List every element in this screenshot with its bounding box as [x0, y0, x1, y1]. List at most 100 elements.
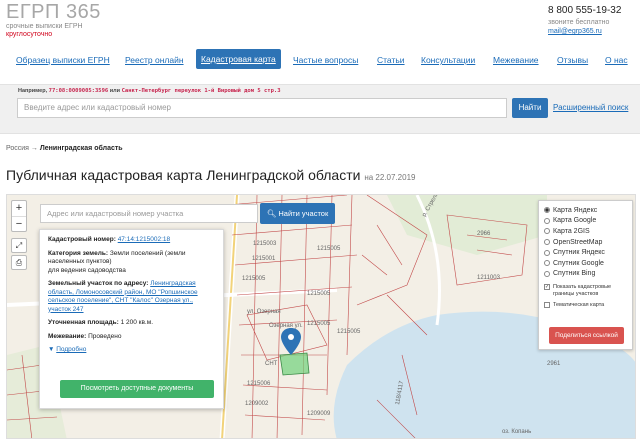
layer-option-yandex-satellite[interactable]: Спутник Яндекс: [544, 247, 627, 258]
map-search-input[interactable]: Адрес или кадастровый номер участка: [40, 204, 258, 223]
main-nav: Образец выписки ЕГРН Реестр онлайн Кадас…: [0, 48, 640, 72]
logo[interactable]: ЕГРП 365 срочные выписки ЕГРН круглосуто…: [6, 2, 101, 39]
cadastral-map[interactable]: 1215005 1215003 1215005 1215005 1215005 …: [6, 194, 636, 439]
layer-option-bing-satellite[interactable]: Спутник Bing: [544, 269, 627, 280]
page-title: Публичная кадастровая карта Ленинградско…: [6, 167, 415, 183]
more-details-link[interactable]: ▼ Подробно: [48, 346, 215, 355]
layer-label: Спутник Google: [553, 259, 604, 267]
search-panel: Например, 77:08:0009005:3596 или Санкт-П…: [0, 84, 640, 134]
radio-icon[interactable]: [544, 249, 550, 256]
nav-item-reviews[interactable]: Отзывы: [557, 55, 588, 65]
find-parcel-button[interactable]: 🔍︎ Найти участок: [260, 203, 335, 224]
area-row: Уточненная площадь: 1 200 кв.м.: [48, 319, 215, 328]
phone-note: звоните бесплатно: [548, 19, 610, 26]
thematic-map-label: Тематическая карта: [553, 302, 605, 309]
view-documents-button[interactable]: Посмотреть доступные документы: [60, 380, 214, 398]
area-label: Уточненная площадь:: [48, 319, 119, 326]
radio-icon[interactable]: [544, 207, 550, 214]
cadastral-borders-label: Показать кадастровые границы участков: [553, 284, 612, 297]
logo-subtitle: срочные выписки ЕГРН: [6, 23, 83, 30]
layer-option-yandex-map[interactable]: Карта Яндекс: [544, 205, 627, 216]
layers-panel: Карта Яндекс Карта Google Карта 2GIS Ope…: [538, 200, 633, 350]
find-parcel-label: Найти участок: [278, 209, 329, 218]
layer-label: Спутник Bing: [553, 270, 596, 278]
cadastral-number-link[interactable]: 47:14:1215002:18: [118, 236, 170, 243]
checkbox-checked-icon[interactable]: ✓: [544, 284, 550, 291]
survey-label: Межевание:: [48, 332, 87, 340]
nav-item-registry[interactable]: Реестр онлайн: [125, 55, 184, 65]
page-title-text: Публичная кадастровая карта Ленинградско…: [6, 167, 361, 183]
nav-item-consultations[interactable]: Консультации: [421, 55, 475, 65]
search-button[interactable]: Найти: [512, 98, 548, 118]
survey-row: Межевание: Проведено: [48, 333, 215, 342]
radio-icon[interactable]: [544, 239, 550, 246]
layer-option-2gis[interactable]: Карта 2GIS: [544, 226, 627, 237]
nav-item-about[interactable]: О нас: [605, 55, 628, 65]
layer-option-google-map[interactable]: Карта Google: [544, 216, 627, 227]
zoom-control: + −: [11, 200, 27, 232]
more-details-label: Подробно: [56, 346, 87, 353]
nav-item-articles[interactable]: Статьи: [377, 55, 405, 65]
map-label: 1211003: [477, 275, 501, 281]
cadastral-number-row: Кадастровый номер: 47:14:1215002:18: [48, 236, 215, 245]
example-or: или: [109, 88, 121, 94]
breadcrumb-current: Ленинградская область: [39, 145, 123, 152]
land-category-label: Категория земель:: [48, 249, 109, 257]
print-icon[interactable]: ⎙: [11, 255, 27, 270]
map-label: ул. Озерная: [247, 309, 281, 315]
layer-label: OpenStreetMap: [553, 238, 603, 246]
map-label: 1215003: [253, 241, 277, 247]
address-row: Земельный участок по адресу: Ленинградск…: [48, 280, 215, 314]
advanced-search-link[interactable]: Расширенный поиск: [553, 103, 628, 112]
layer-label: Спутник Яндекс: [553, 249, 605, 257]
layer-label: Карта Google: [553, 217, 597, 225]
zoom-in-button[interactable]: +: [12, 201, 26, 216]
layer-label: Карта Яндекс: [553, 206, 598, 214]
map-label: 1215005: [307, 321, 331, 327]
search-icon: 🔍︎: [266, 209, 277, 218]
share-link-button[interactable]: Поделиться ссылкой: [549, 327, 624, 344]
logo-title: ЕГРП 365: [6, 1, 101, 23]
layer-option-osm[interactable]: OpenStreetMap: [544, 237, 627, 248]
nav-item-cadastral-map[interactable]: Кадастровая карта: [196, 49, 281, 69]
map-label: 2961: [547, 361, 561, 367]
address-label: Земельный участок по адресу:: [48, 280, 149, 287]
nav-item-surveying[interactable]: Межевание: [493, 55, 539, 65]
land-category-row: Категория земель: Земли поселений (земли…: [48, 250, 215, 276]
fullscreen-icon[interactable]: ⤢: [11, 238, 27, 253]
cadastral-borders-toggle[interactable]: ✓ Показать кадастровые границы участков: [544, 284, 627, 297]
triangle-down-icon: ▼: [48, 346, 55, 353]
survey-value: Проведено: [88, 332, 122, 340]
cadastral-number-label: Кадастровый номер:: [48, 236, 116, 243]
nav-item-faq[interactable]: Частые вопросы: [293, 55, 358, 65]
phone-number[interactable]: 8 800 555-19-32: [548, 5, 630, 17]
zoom-out-button[interactable]: −: [12, 216, 26, 231]
breadcrumb-arrow: →: [30, 145, 38, 152]
layer-option-google-satellite[interactable]: Спутник Google: [544, 258, 627, 269]
map-label: 1215005: [317, 246, 341, 252]
radio-icon[interactable]: [544, 270, 550, 277]
radio-icon[interactable]: [544, 217, 550, 224]
area-value: 1 200 кв.м.: [120, 319, 154, 326]
logo-tagline: круглосуточно: [6, 31, 53, 38]
search-input[interactable]: Введите адрес или кадастровый номер: [17, 98, 507, 118]
map-label: Озерная ул.: [269, 323, 303, 329]
parcel-info-panel: Кадастровый номер: 47:14:1215002:18 Кате…: [39, 229, 224, 409]
nav-item-sample[interactable]: Образец выписки ЕГРН: [16, 55, 110, 65]
search-example: Например, 77:08:0009005:3596 или Санкт-П…: [18, 88, 281, 94]
radio-icon[interactable]: [544, 260, 550, 267]
breadcrumb-root[interactable]: Россия: [6, 145, 29, 152]
breadcrumb: Россия → Ленинградская область: [6, 145, 123, 152]
page-date: на 22.07.2019: [364, 173, 416, 182]
checkbox-icon[interactable]: [544, 302, 550, 309]
example-address[interactable]: Санкт-Петербург переулок 1-й Вировый дом…: [122, 88, 281, 94]
example-prefix: Например,: [18, 88, 48, 94]
map-label: 1215006: [247, 381, 271, 387]
thematic-map-toggle[interactable]: Тематическая карта: [544, 302, 627, 309]
map-label: 1215001: [252, 256, 276, 262]
email-link[interactable]: mail@egrp365.ru: [548, 27, 630, 37]
map-label: 1215005: [337, 329, 361, 335]
example-code[interactable]: 77:08:0009005:3596: [49, 88, 109, 94]
radio-icon[interactable]: [544, 228, 550, 235]
map-label: 2966: [477, 231, 491, 237]
